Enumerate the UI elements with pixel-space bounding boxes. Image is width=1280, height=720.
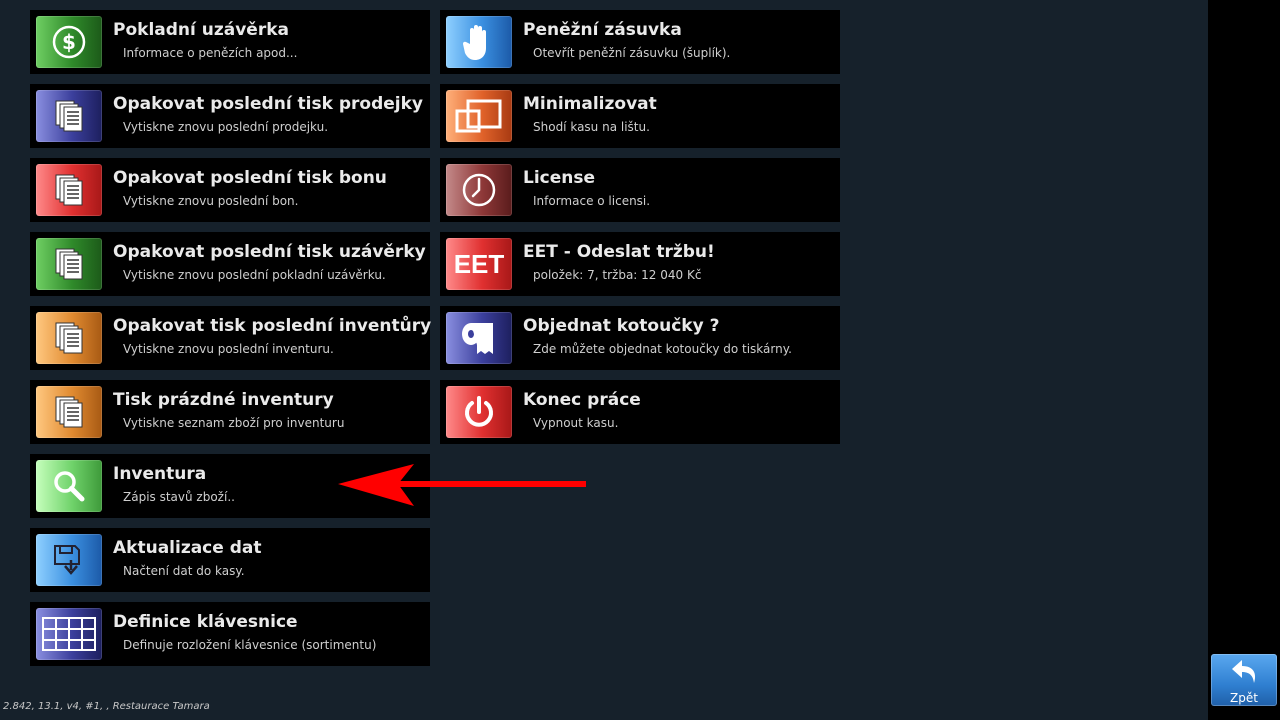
tile-penezni-zasuvka[interactable]: Peněžní zásuvka Otevřít peněžní zásuvku …	[440, 10, 840, 74]
tile-subtitle: Vytiskne znovu poslední inventuru.	[123, 342, 334, 356]
save-download-icon	[36, 534, 102, 586]
back-arrow-icon	[1232, 660, 1256, 683]
tile-title: Pokladní uzávěrka	[113, 20, 290, 40]
tile-title: Definice klávesnice	[113, 612, 298, 632]
documents-icon	[36, 238, 102, 290]
tile-title: Opakovat poslední tisk uzávěrky	[113, 242, 426, 262]
tile-license[interactable]: License Informace o licensi.	[440, 158, 840, 222]
tile-subtitle: Zde můžete objednat kotoučky do tiskárny…	[533, 342, 792, 356]
tile-title: Tisk prázdné inventury	[113, 390, 334, 410]
back-button-label: Zpět	[1230, 691, 1258, 705]
tile-title: Objednat kotoučky ?	[523, 316, 720, 336]
grid-icon	[36, 608, 102, 660]
tile-subtitle: Zápis stavů zboží..	[123, 490, 235, 504]
tile-title: Aktualizace dat	[113, 538, 262, 558]
tile-title: Inventura	[113, 464, 207, 484]
tile-title: EET - Odeslat tržbu!	[523, 242, 715, 262]
documents-icon	[36, 386, 102, 438]
tile-konec-prace[interactable]: Konec práce Vypnout kasu.	[440, 380, 840, 444]
dollar-coin-icon: $	[36, 16, 102, 68]
tile-subtitle: Vytiskne znovu poslední pokladní uzávěrk…	[123, 268, 386, 282]
tile-pokladni-uzaverka[interactable]: $ Pokladní uzávěrka Informace o penězích…	[30, 10, 430, 74]
tile-subtitle: Vytiskne seznam zboží pro inventuru	[123, 416, 345, 430]
right-sidebar	[1208, 0, 1280, 720]
eet-icon-text: EET	[453, 248, 505, 279]
tile-subtitle: Načtení dat do kasy.	[123, 564, 245, 578]
documents-icon	[36, 90, 102, 142]
tile-eet-odeslat[interactable]: EET EET - Odeslat tržbu! položek: 7, trž…	[440, 232, 840, 296]
tile-opakovat-tisk-prodejky[interactable]: Opakovat poslední tisk prodejky Vytiskne…	[30, 84, 430, 148]
tile-subtitle: Vytiskne znovu poslední prodejku.	[123, 120, 329, 134]
tile-subtitle: Shodí kasu na lištu.	[533, 120, 650, 134]
tile-subtitle: položek: 7, tržba: 12 040 Kč	[533, 268, 702, 282]
power-icon	[446, 386, 512, 438]
paper-roll-icon	[446, 312, 512, 364]
documents-icon	[36, 312, 102, 364]
tile-objednat-kotoucky[interactable]: Objednat kotoučky ? Zde můžete objednat …	[440, 306, 840, 370]
tile-opakovat-tisk-uzaverky[interactable]: Opakovat poslední tisk uzávěrky Vytiskne…	[30, 232, 430, 296]
tile-minimalizovat[interactable]: Minimalizovat Shodí kasu na lištu.	[440, 84, 840, 148]
tile-subtitle: Definuje rozložení klávesnice (sortiment…	[123, 638, 377, 652]
tile-title: Opakovat tisk poslední inventůry	[113, 316, 432, 336]
tile-definice-klavesnice[interactable]: Definice klávesnice Definuje rozložení k…	[30, 602, 430, 666]
minimize-windows-icon	[446, 90, 512, 142]
tile-subtitle: Informace o penězích apod...	[123, 46, 298, 60]
tile-subtitle: Vytiskne znovu poslední bon.	[123, 194, 299, 208]
magnifier-icon	[36, 460, 102, 512]
tile-title: License	[523, 168, 596, 188]
tile-tisk-prazdne-inventury[interactable]: Tisk prázdné inventury Vytiskne seznam z…	[30, 380, 430, 444]
tile-subtitle: Otevřít peněžní zásuvku (šuplík).	[533, 46, 731, 60]
clock-icon	[446, 164, 512, 216]
footer-status: 2.842, 13.1, v4, #1, , Restaurace Tamara	[3, 701, 210, 712]
tile-opakovat-tisk-bonu[interactable]: Opakovat poslední tisk bonu Vytiskne zno…	[30, 158, 430, 222]
tile-subtitle: Informace o licensi.	[533, 194, 651, 208]
red-arrow-icon	[338, 464, 586, 506]
documents-icon	[36, 164, 102, 216]
back-button[interactable]: Zpět	[1211, 654, 1277, 706]
tile-title: Opakovat poslední tisk bonu	[113, 168, 387, 188]
hand-icon	[446, 16, 512, 68]
svg-text:$: $	[62, 30, 76, 54]
tile-title: Peněžní zásuvka	[523, 20, 682, 40]
tile-title: Konec práce	[523, 390, 641, 410]
eet-icon: EET	[446, 238, 512, 290]
tile-title: Opakovat poslední tisk prodejky	[113, 94, 424, 114]
tile-aktualizace-dat[interactable]: Aktualizace dat Načtení dat do kasy.	[30, 528, 430, 592]
tile-title: Minimalizovat	[523, 94, 657, 114]
tile-subtitle: Vypnout kasu.	[533, 416, 619, 430]
tile-opakovat-tisk-inventury[interactable]: Opakovat tisk poslední inventůry Vytiskn…	[30, 306, 432, 370]
